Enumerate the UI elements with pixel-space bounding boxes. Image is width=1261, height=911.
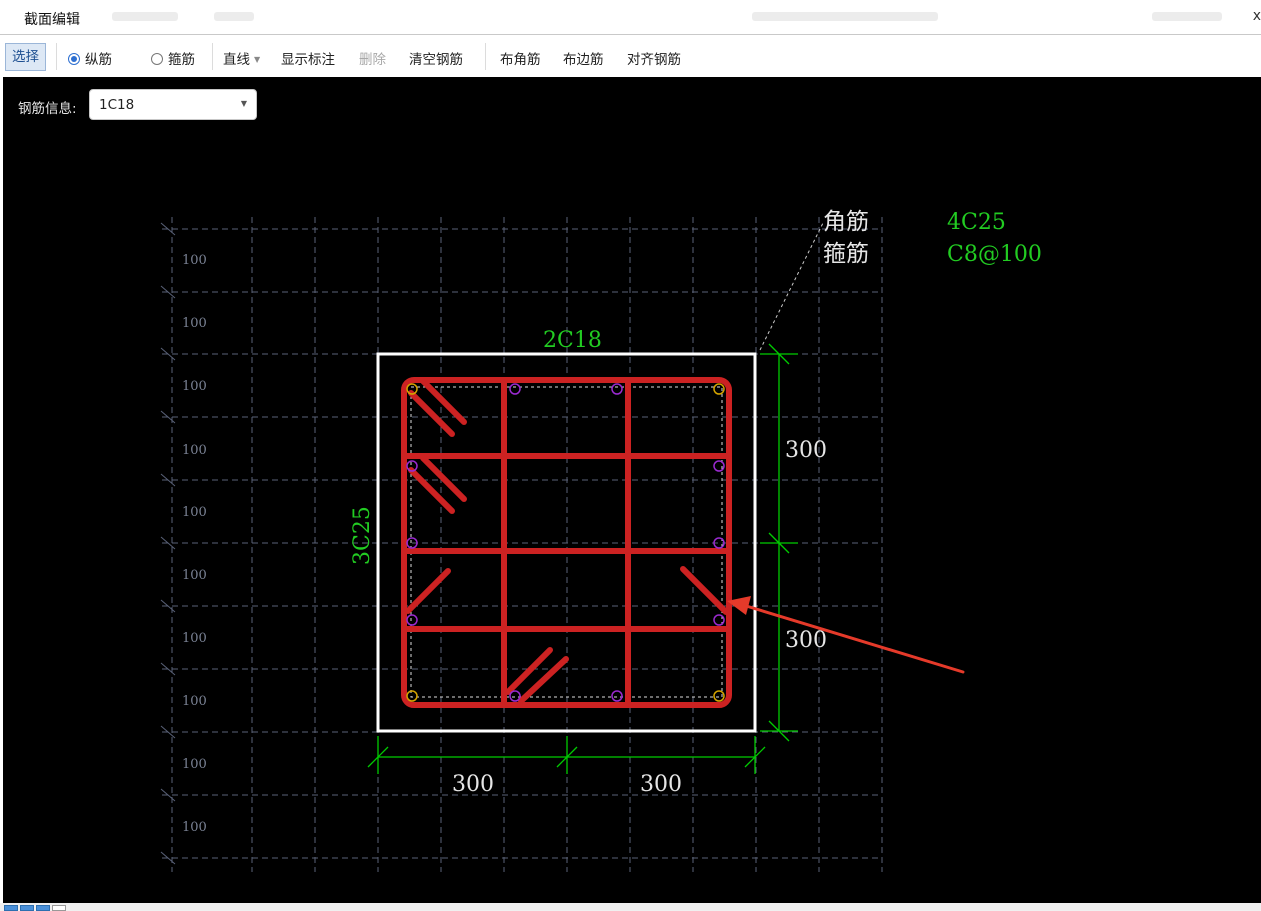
toolbar-separator: [56, 43, 57, 70]
drawing-canvas[interactable]: 钢筋信息: 1C18 ▼ 100 100 100 100 100 100 100…: [3, 77, 1261, 903]
edge-rebar-point: [406, 614, 418, 626]
stirrup-hook: [505, 647, 553, 695]
stirrup-hook: [420, 455, 467, 502]
blurred-title-info: [214, 12, 254, 21]
top-rebar-label: 2C18: [543, 328, 602, 353]
dimension-text: 300: [452, 772, 494, 797]
left-rebar-label: 3C25: [350, 506, 375, 565]
grid-label: 100: [182, 316, 207, 331]
window-title: 截面编辑: [24, 12, 80, 28]
stirrup-hook: [408, 467, 455, 514]
section-drawing: 100 100 100 100 100 100 100 100 100 100: [160, 209, 1042, 872]
grid-label: 100: [182, 694, 207, 709]
radio-unchecked-icon: [151, 53, 163, 65]
grid-label: 100: [182, 443, 207, 458]
grid-label: 100: [182, 505, 207, 520]
toolbar-separator: [485, 43, 486, 70]
grid-label: 100: [182, 631, 207, 646]
dimension-text: 300: [785, 438, 827, 463]
edge-rebar-point: [611, 690, 623, 702]
chevron-down-icon: ▼: [254, 55, 261, 64]
grid-label: 100: [182, 253, 207, 268]
grid-label: 100: [182, 379, 207, 394]
place-edge-rebar-button[interactable]: 布边筋: [563, 48, 604, 68]
radio-stirrup[interactable]: 箍筋: [151, 48, 195, 68]
stirrup-legend-label: 箍筋: [823, 241, 869, 267]
status-strip: [0, 903, 1261, 911]
clear-rebar-button[interactable]: 清空钢筋: [409, 48, 463, 68]
grid-label: 100: [182, 757, 207, 772]
title-bar: 截面编辑 x: [0, 0, 1261, 35]
annotation-arrow: [727, 596, 965, 674]
background-grid: [162, 217, 883, 872]
grid-label: 100: [182, 820, 207, 835]
corner-rebar-legend-value: 4C25: [947, 210, 1006, 235]
edge-rebar-point: [509, 383, 521, 395]
corner-rebar-point: [406, 690, 418, 702]
toolbar: 选择 纵筋 箍筋 直线 ▼ 显示标注 删除 清空钢筋 布角筋 布边筋 对齐钢筋: [0, 36, 1261, 76]
radio-longitudinal-label: 纵筋: [85, 52, 112, 68]
corner-rebar-legend-label: 角筋: [823, 209, 869, 235]
align-rebar-button[interactable]: 对齐钢筋: [627, 48, 681, 68]
bottom-tab[interactable]: [36, 905, 50, 911]
toolbar-separator: [212, 43, 213, 70]
stirrup-hook: [405, 568, 451, 614]
dimension-text: 300: [785, 628, 827, 653]
stirrup-legend-value: C8@100: [947, 242, 1042, 267]
radio-stirrup-label: 箍筋: [168, 52, 195, 68]
blurred-title-info: [112, 12, 178, 21]
show-annotation-button[interactable]: 显示标注: [281, 48, 335, 68]
edge-rebar-point: [713, 614, 725, 626]
bottom-tab[interactable]: [20, 905, 34, 911]
dimension-text: 300: [640, 772, 682, 797]
stirrup-hook: [408, 390, 455, 437]
edge-rebar-point: [611, 383, 623, 395]
place-corner-rebar-button[interactable]: 布角筋: [500, 48, 541, 68]
select-button[interactable]: 选择: [5, 43, 46, 71]
edge-rebar-point: [509, 690, 521, 702]
radio-longitudinal[interactable]: 纵筋: [68, 48, 112, 68]
close-button[interactable]: x: [1253, 8, 1261, 24]
bottom-tab[interactable]: [4, 905, 18, 911]
bottom-tab[interactable]: [52, 905, 66, 911]
radio-checked-icon: [68, 53, 80, 65]
line-mode-label: 直线: [223, 52, 250, 68]
delete-button[interactable]: 删除: [359, 48, 386, 68]
line-mode-dropdown[interactable]: 直线 ▼: [223, 48, 260, 68]
stirrup-hook: [518, 656, 569, 704]
blurred-title-info: [1152, 12, 1222, 21]
blurred-title-info: [752, 12, 938, 21]
legend-leader-line: [759, 222, 824, 351]
grid-label: 100: [182, 568, 207, 583]
